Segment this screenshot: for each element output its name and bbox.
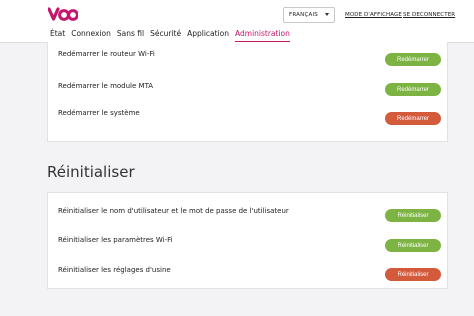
reset-credentials-label: Réinitialiser le nom d'utilisateur et le… [58, 207, 289, 215]
language-select[interactable]: FRANÇAIS [283, 7, 335, 23]
restart-router-button[interactable]: Redémarrer [385, 53, 441, 66]
tab-connexion[interactable]: Connexion [71, 29, 111, 43]
display-mode-link[interactable]: MODE D'AFFICHAGE [345, 12, 402, 18]
logout-link[interactable]: SE DECONNECTER [403, 12, 455, 18]
restart-mta-label: Redémarrer le module MTA [58, 82, 154, 90]
tab-etat[interactable]: État [50, 29, 65, 43]
main-nav: État Connexion Sans fil Sécurité Applica… [50, 29, 296, 43]
restart-router-label: Redémarrer le routeur Wi-Fi [58, 50, 155, 58]
reset-factory-label: Réinitialiser les réglages d'usine [58, 266, 171, 274]
restart-card: Redémarrer le routeur Wi-Fi Redémarrer R… [47, 42, 448, 142]
restart-system-label: Redémarrer le système [58, 109, 140, 117]
language-value: FRANÇAIS [289, 12, 318, 18]
reset-wifi-button[interactable]: Réinitialiser [385, 239, 441, 252]
reset-factory-button[interactable]: Réinitialiser [385, 268, 441, 281]
tab-sans-fil[interactable]: Sans fil [117, 29, 144, 43]
restart-system-button[interactable]: Redémarrer [385, 112, 441, 125]
restart-mta-button[interactable]: Redémarrer [385, 83, 441, 96]
reset-wifi-label: Réinitialiser les paramètres Wi-Fi [58, 236, 173, 244]
top-bar: FRANÇAIS MODE D'AFFICHAGE SE DECONNECTER… [0, 0, 474, 43]
reset-card: Réinitialiser le nom d'utilisateur et le… [47, 192, 448, 289]
chevron-down-icon [325, 13, 329, 16]
tab-administration[interactable]: Administration [235, 29, 290, 43]
reset-section-title: Réinitialiser [47, 163, 135, 181]
tab-securite[interactable]: Sécurité [150, 29, 181, 43]
voo-logo[interactable] [48, 6, 78, 22]
reset-credentials-button[interactable]: Réinitialiser [385, 209, 441, 222]
tab-application[interactable]: Application [187, 29, 229, 43]
